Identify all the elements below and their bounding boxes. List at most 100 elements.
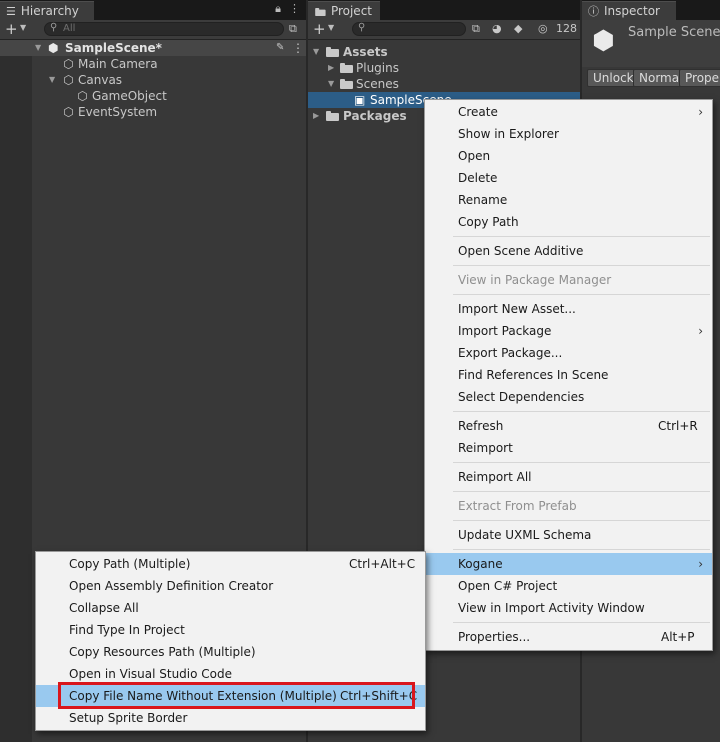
search-by-type-icon[interactable]: ⧉ bbox=[289, 22, 297, 36]
chevron-down-icon[interactable]: ▼ bbox=[313, 44, 319, 60]
menu-item-delete[interactable]: Delete bbox=[425, 167, 712, 189]
menu-item-import-new-asset[interactable]: Import New Asset... bbox=[425, 298, 712, 320]
chevron-right-icon[interactable]: ▶ bbox=[313, 108, 319, 124]
chevron-right-icon[interactable]: ▶ bbox=[328, 60, 334, 76]
project-item-label: Plugins bbox=[356, 61, 399, 75]
hierarchy-search-input[interactable]: ⚲ All bbox=[44, 22, 284, 36]
chevron-down-icon[interactable]: ▼ bbox=[49, 72, 55, 88]
scene-header-row[interactable]: ▼ ⬢ SampleScene* ✎ ⋮ bbox=[0, 40, 306, 56]
menu-item-create[interactable]: Create › bbox=[425, 101, 712, 123]
menu-separator bbox=[453, 549, 710, 550]
filter-by-type-icon[interactable]: ◕ bbox=[492, 22, 502, 35]
submenu-item-collapse-all[interactable]: Collapse All bbox=[36, 597, 425, 619]
lock-icon[interactable]: 🔒︎ bbox=[275, 2, 281, 16]
kebab-menu-icon[interactable]: ⋮ bbox=[292, 40, 304, 56]
menu-item-find-references-in-scene[interactable]: Find References In Scene bbox=[425, 364, 712, 386]
shortcut: Ctrl+R bbox=[658, 419, 698, 433]
menu-separator bbox=[453, 236, 710, 237]
menu-separator bbox=[453, 462, 710, 463]
submenu-item-open-assembly-definition-creator[interactable]: Open Assembly Definition Creator bbox=[36, 575, 425, 597]
menu-item-import-package[interactable]: Import Package › bbox=[425, 320, 712, 342]
search-icon: ⚲ bbox=[50, 22, 58, 33]
folder-icon bbox=[326, 47, 339, 57]
project-item-label: Assets bbox=[343, 45, 388, 59]
search-icon: ⚲ bbox=[358, 22, 366, 33]
folder-icon bbox=[340, 79, 353, 89]
chevron-right-icon: › bbox=[698, 324, 703, 338]
menu-item-refresh[interactable]: Refresh Ctrl+R bbox=[425, 415, 712, 437]
menu-item-show-in-explorer[interactable]: Show in Explorer bbox=[425, 123, 712, 145]
inspector-title: Sample Scene bbox=[628, 25, 720, 40]
hierarchy-tabbar: ☰ Hierarchy 🔒︎ ⋮ bbox=[0, 0, 306, 20]
menu-item-open[interactable]: Open bbox=[425, 145, 712, 167]
create-plus-button[interactable]: + bbox=[5, 20, 18, 38]
chevron-down-icon[interactable]: ▼ bbox=[20, 23, 26, 32]
highlight-callout-box bbox=[58, 682, 415, 709]
hierarchy-item-label: Canvas bbox=[78, 73, 123, 87]
menu-item-properties[interactable]: Properties... Alt+P bbox=[425, 626, 712, 648]
menu-item-reimport[interactable]: Reimport bbox=[425, 437, 712, 459]
folder-icon bbox=[315, 8, 326, 16]
tab-inspector[interactable]: ⓘ Inspector bbox=[582, 1, 676, 20]
create-plus-button[interactable]: + bbox=[313, 20, 326, 38]
project-toolbar: + ▼ ⚲ ⧉ ◕ ◆ ◎ 128 bbox=[308, 20, 580, 40]
menu-item-view-in-import-activity-window[interactable]: View in Import Activity Window bbox=[425, 597, 712, 619]
menu-separator bbox=[453, 411, 710, 412]
menu-item-open-csharp-project[interactable]: Open C# Project bbox=[425, 575, 712, 597]
folder-icon bbox=[340, 63, 353, 73]
menu-item-open-scene-additive[interactable]: Open Scene Additive bbox=[425, 240, 712, 262]
menu-item-export-package[interactable]: Export Package... bbox=[425, 342, 712, 364]
menu-item-copy-path[interactable]: Copy Path bbox=[425, 211, 712, 233]
project-search-input[interactable]: ⚲ bbox=[352, 22, 466, 36]
chevron-right-icon: › bbox=[698, 105, 703, 119]
submenu-item-copy-resources-path[interactable]: Copy Resources Path (Multiple) bbox=[36, 641, 425, 663]
hierarchy-toolbar: + ▼ ⚲ All ⧉ bbox=[0, 20, 306, 40]
shortcut: Ctrl+Alt+C bbox=[349, 557, 416, 571]
pick-icon[interactable]: ✎ bbox=[276, 40, 284, 56]
chevron-down-icon[interactable]: ▼ bbox=[35, 40, 41, 56]
shortcut: Alt+P bbox=[661, 630, 695, 644]
project-item-label: Packages bbox=[343, 109, 407, 123]
menu-item-kogane[interactable]: Kogane › bbox=[425, 553, 712, 575]
project-tabbar: Project bbox=[308, 0, 580, 20]
menu-separator bbox=[453, 520, 710, 521]
menu-item-select-dependencies[interactable]: Select Dependencies bbox=[425, 386, 712, 408]
kebab-menu-icon[interactable]: ⋮ bbox=[289, 2, 300, 16]
label-tag-icon[interactable]: ◆ bbox=[514, 22, 522, 35]
tab-label: Hierarchy bbox=[20, 4, 79, 18]
menu-item-rename[interactable]: Rename bbox=[425, 189, 712, 211]
menu-item-view-in-package-manager: View in Package Manager bbox=[458, 273, 612, 287]
tab-label: Inspector bbox=[604, 4, 660, 18]
chevron-down-icon[interactable]: ▼ bbox=[328, 76, 334, 92]
scene-file-icon: ▣ bbox=[354, 93, 366, 107]
hidden-eye-icon[interactable]: ◎ bbox=[538, 22, 548, 35]
menu-item-update-uxml-schema[interactable]: Update UXML Schema bbox=[425, 524, 712, 546]
menu-separator bbox=[453, 294, 710, 295]
chevron-right-icon: › bbox=[698, 557, 703, 571]
unlock-button[interactable]: Unlock bbox=[587, 69, 640, 87]
menu-item-reimport-all[interactable]: Reimport All bbox=[425, 466, 712, 488]
folder-icon bbox=[326, 111, 339, 121]
search-by-type-icon[interactable]: ⧉ bbox=[472, 22, 480, 36]
menu-separator bbox=[453, 265, 710, 266]
tab-hierarchy[interactable]: ☰ Hierarchy bbox=[0, 1, 94, 20]
tab-project[interactable]: Project bbox=[308, 1, 380, 20]
project-item-label: Scenes bbox=[356, 77, 399, 91]
hierarchy-tab-icons: 🔒︎ ⋮ bbox=[275, 2, 300, 16]
inspector-tabbar: ⓘ Inspector bbox=[582, 0, 720, 20]
menu-separator bbox=[453, 622, 710, 623]
hierarchy-item-label: Main Camera bbox=[78, 57, 158, 71]
info-icon: ⓘ bbox=[588, 5, 599, 18]
submenu-item-copy-path-multiple[interactable]: Copy Path (Multiple) Ctrl+Alt+C bbox=[36, 553, 425, 575]
unity-scene-asset-icon: ⬢ bbox=[592, 26, 615, 56]
gameobject-cube-icon: ⬡ bbox=[63, 73, 74, 87]
chevron-down-icon[interactable]: ▼ bbox=[328, 23, 334, 32]
submenu-item-setup-sprite-border[interactable]: Setup Sprite Border bbox=[36, 707, 425, 729]
properties-button[interactable]: Proper bbox=[679, 69, 720, 87]
gameobject-cube-icon: ⬡ bbox=[63, 105, 74, 119]
gameobject-cube-icon: ⬡ bbox=[63, 57, 74, 71]
context-menu: Create › Show in Explorer Open Delete Ren… bbox=[424, 99, 713, 651]
gameobject-cube-icon: ⬡ bbox=[77, 89, 88, 103]
package-count: 128 bbox=[556, 22, 577, 35]
submenu-item-find-type-in-project[interactable]: Find Type In Project bbox=[36, 619, 425, 641]
